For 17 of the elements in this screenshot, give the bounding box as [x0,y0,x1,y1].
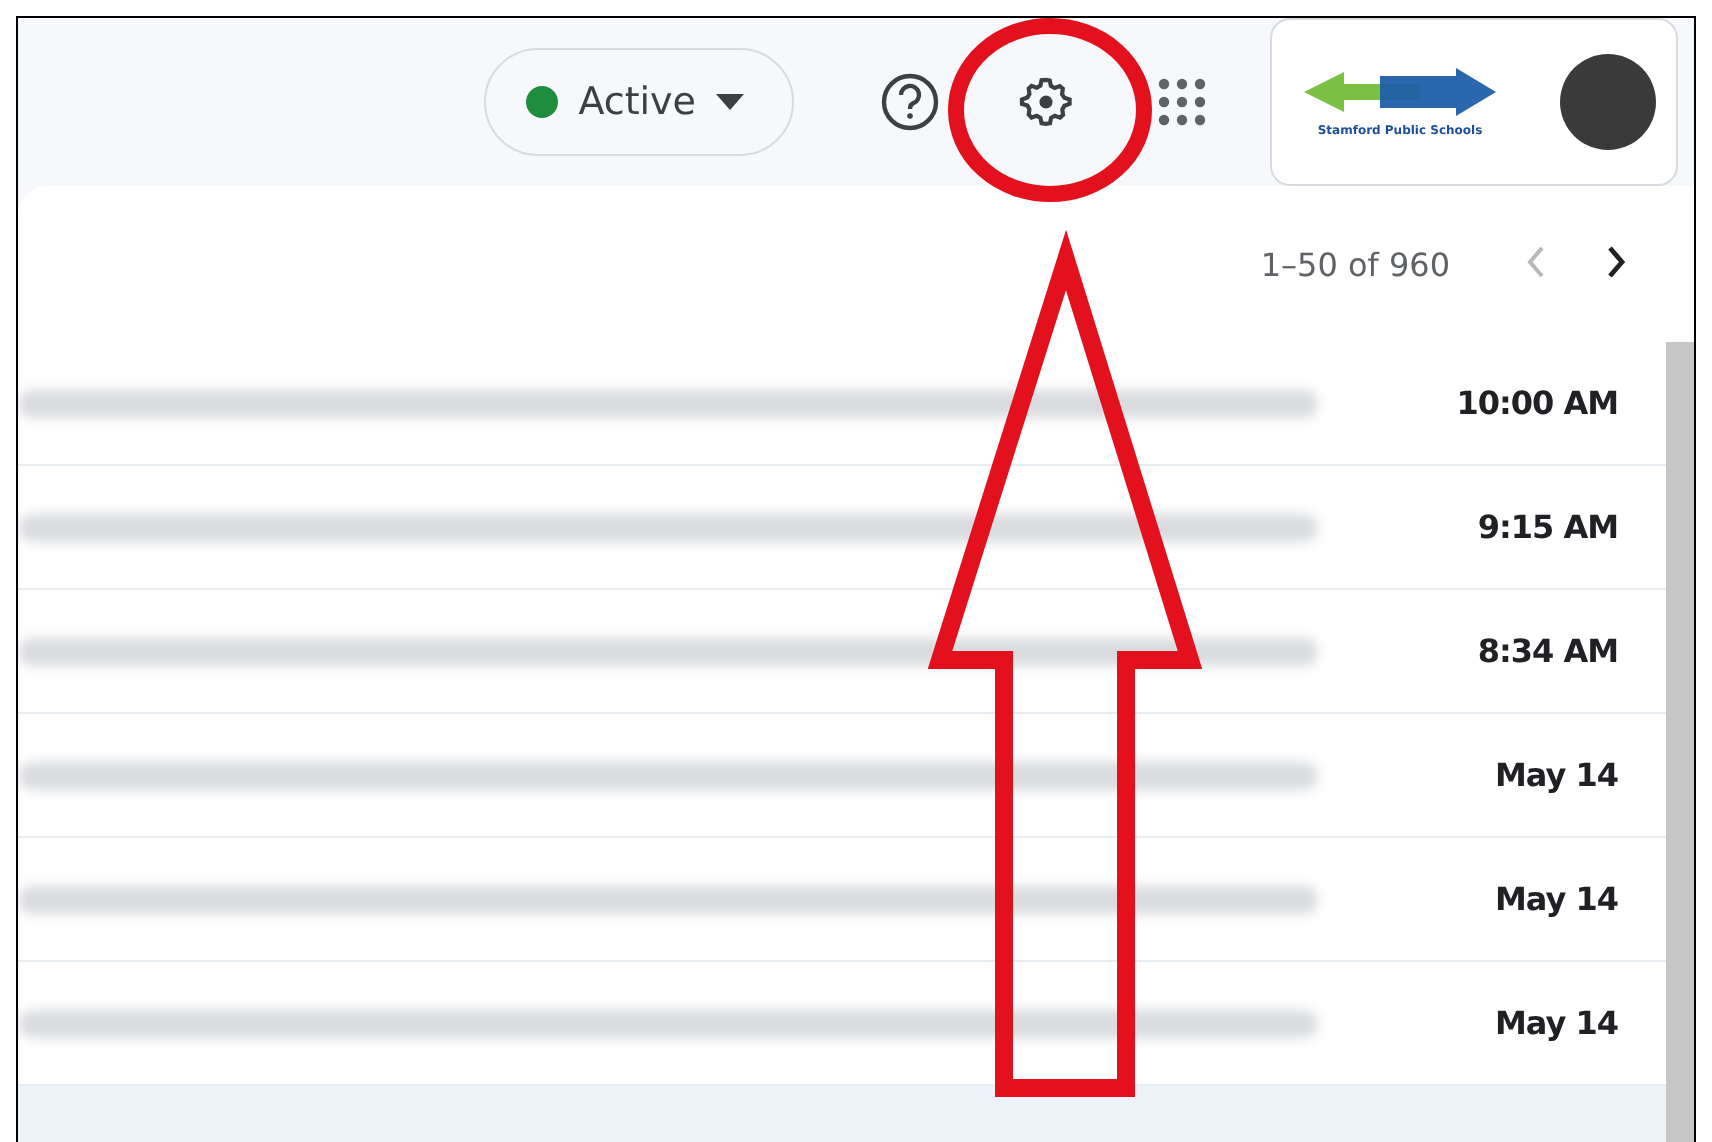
settings-icon [1018,74,1074,130]
caret-icon [716,94,744,110]
email-time: May 14 [1495,756,1618,794]
email-time: May 14 [1495,1004,1618,1042]
help-icon [880,72,940,132]
status-button[interactable]: Active [484,48,794,156]
email-time: 10:00 AM [1456,384,1618,422]
apps-grid-icon [1158,78,1206,126]
scrollbar-thumb[interactable] [1666,342,1694,1142]
arrows-logo-icon [1300,67,1500,119]
email-time: 9:15 AM [1477,508,1618,546]
email-time: May 14 [1495,880,1618,918]
chevron-left-icon [1526,245,1546,277]
avatar-photo-placeholder[interactable] [1560,54,1656,150]
email-time: 8:34 AM [1477,632,1618,670]
pagination-range: 1–50 of 960 [1260,245,1450,283]
chevron-right-icon [1606,245,1626,277]
